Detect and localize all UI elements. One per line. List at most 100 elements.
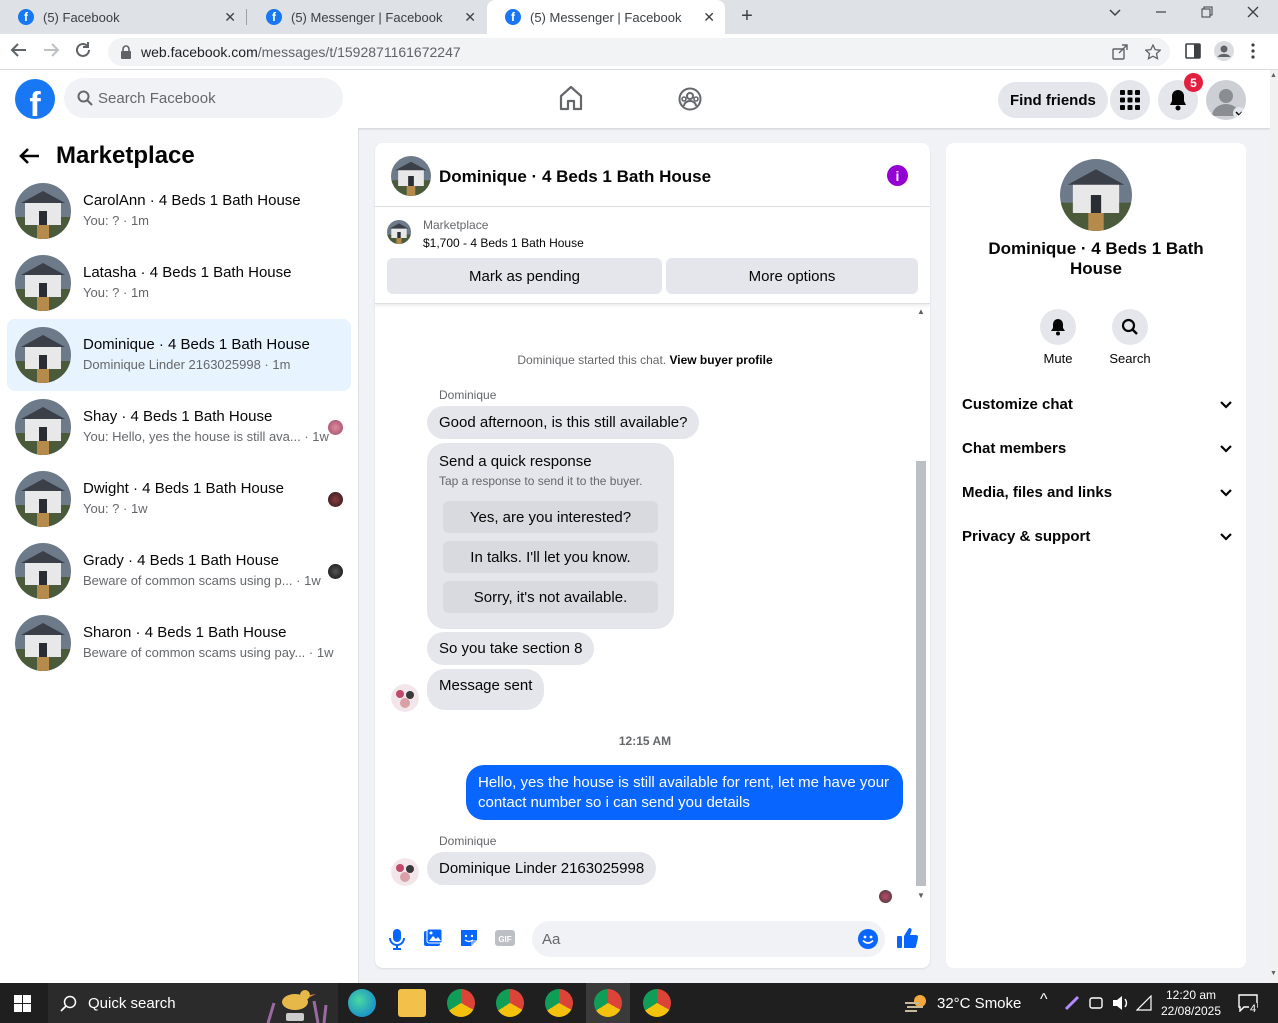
new-tab-button[interactable]: + — [736, 5, 758, 28]
gif-icon[interactable]: GIF — [495, 928, 515, 948]
back-icon[interactable] — [10, 41, 32, 59]
facebook-logo-icon[interactable]: f — [15, 79, 55, 119]
listing-banner: Marketplace $1,700 - 4 Beds 1 Bath House… — [375, 208, 930, 304]
view-buyer-profile-link[interactable]: View buyer profile — [669, 353, 772, 367]
forward-icon[interactable] — [42, 41, 64, 59]
customize-chat-section[interactable]: Customize chat — [962, 396, 1232, 413]
conversation-name: Shay · 4 Beds 1 Bath House — [83, 408, 273, 425]
facebook-search[interactable] — [64, 78, 343, 118]
scrollbar-thumb[interactable] — [916, 461, 926, 886]
search-input[interactable] — [98, 78, 328, 118]
sticker-icon[interactable] — [459, 928, 479, 948]
reload-icon[interactable] — [74, 41, 96, 59]
sender-name: Dominique — [439, 834, 497, 848]
house-thumbnail — [387, 220, 411, 244]
scroll-down-arrow-icon[interactable]: ▼ — [1270, 970, 1277, 977]
close-tab-icon[interactable]: ✕ — [224, 9, 236, 26]
conversation-snippet: You: ? · 1w — [83, 501, 148, 516]
info-icon[interactable]: i — [887, 165, 908, 186]
restore-button[interactable] — [1200, 5, 1220, 19]
file-explorer-icon[interactable] — [398, 989, 426, 1017]
seen-avatar — [328, 420, 343, 435]
chat-members-section[interactable]: Chat members — [962, 440, 1232, 457]
scroll-up-arrow-icon[interactable]: ▲ — [917, 307, 925, 316]
message-input-box[interactable] — [532, 921, 885, 957]
conversation-item[interactable]: Sharon · 4 Beds 1 Bath House Beware of c… — [7, 607, 351, 679]
chat-scrollbar[interactable]: ▲ ▼ — [915, 307, 927, 901]
message-bubble: Dominique Linder 2163025998 — [427, 852, 657, 885]
house-thumbnail — [15, 399, 71, 455]
menu-grid-icon[interactable] — [1110, 80, 1150, 120]
side-panel-icon[interactable] — [1185, 43, 1201, 59]
taskbar-search[interactable]: Quick search — [48, 983, 338, 1023]
sender-avatar[interactable] — [391, 858, 419, 886]
windows-start-icon[interactable] — [14, 995, 31, 1012]
photo-icon[interactable] — [423, 928, 443, 948]
microphone-icon[interactable] — [389, 928, 405, 950]
more-options-button[interactable]: More options — [666, 258, 918, 294]
close-tab-icon[interactable]: ✕ — [703, 9, 715, 26]
chrome-icon[interactable] — [594, 989, 622, 1017]
browser-tab[interactable]: f (5) Messenger | Facebook ✕ — [248, 0, 486, 34]
share-icon[interactable] — [1112, 44, 1128, 60]
privacy-support-section[interactable]: Privacy & support — [962, 528, 1232, 545]
meet-icon[interactable] — [1088, 995, 1104, 1011]
mute-button[interactable]: Mute — [1028, 309, 1088, 366]
conversation-name: Dominique · 4 Beds 1 Bath House — [83, 336, 310, 353]
chrome-icon[interactable] — [496, 989, 524, 1017]
close-tab-icon[interactable]: ✕ — [464, 9, 476, 26]
weather-text[interactable]: 32°C Smoke — [937, 995, 1021, 1012]
minimize-button[interactable] — [1154, 5, 1174, 19]
more-menu-icon[interactable] — [1250, 43, 1256, 59]
house-thumbnail — [391, 156, 431, 196]
sender-avatar[interactable] — [391, 684, 419, 712]
volume-icon[interactable] — [1112, 995, 1130, 1011]
chrome-icon[interactable] — [545, 989, 573, 1017]
home-icon[interactable] — [559, 85, 583, 111]
scroll-up-arrow-icon[interactable]: ▲ — [1270, 72, 1277, 79]
quick-response-subtitle: Tap a response to send it to the buyer. — [439, 474, 643, 488]
listing-title[interactable]: $1,700 - 4 Beds 1 Bath House — [423, 236, 584, 250]
chrome-icon[interactable] — [447, 989, 475, 1017]
chrome-icon[interactable] — [643, 989, 671, 1017]
scroll-down-arrow-icon[interactable]: ▼ — [917, 891, 925, 900]
network-icon[interactable] — [1136, 995, 1152, 1011]
address-bar[interactable]: web.facebook.com/messages/t/159287116167… — [108, 38, 1170, 66]
conversation-item[interactable]: Latasha · 4 Beds 1 Bath House You: ? · 1… — [7, 247, 351, 319]
emoji-icon[interactable] — [858, 929, 878, 949]
conversation-item[interactable]: CarolAnn · 4 Beds 1 Bath House You: ? · … — [7, 175, 351, 247]
quick-response-button[interactable]: Yes, are you interested? — [443, 501, 658, 533]
tab-search-chevron-icon[interactable] — [1108, 5, 1128, 19]
page-scrollbar[interactable]: ▲ ▼ — [1270, 70, 1278, 983]
pen-icon[interactable] — [1064, 995, 1080, 1011]
conversation-item[interactable]: Dwight · 4 Beds 1 Bath House You: ? · 1w — [7, 463, 351, 535]
conversation-snippet: You: ? · 1m — [83, 285, 150, 300]
search-in-chat-button[interactable]: Search — [1100, 309, 1160, 366]
conversation-item[interactable]: Shay · 4 Beds 1 Bath House You: Hello, y… — [7, 391, 351, 463]
conversation-item[interactable]: Grady · 4 Beds 1 Bath House Beware of co… — [7, 535, 351, 607]
bookmark-star-icon[interactable] — [1145, 44, 1161, 60]
quick-response-button[interactable]: Sorry, it's not available. — [443, 581, 658, 613]
media-files-links-section[interactable]: Media, files and links — [962, 484, 1232, 501]
browser-tab-active[interactable]: f (5) Messenger | Facebook ✕ — [487, 0, 725, 34]
conversation-item-selected[interactable]: Dominique · 4 Beds 1 Bath House Dominiqu… — [7, 319, 351, 391]
message-input[interactable] — [542, 921, 842, 957]
groups-icon[interactable] — [678, 87, 702, 111]
browser-tab[interactable]: f (5) Facebook ✕ — [0, 0, 246, 34]
conversation-name: Sharon · 4 Beds 1 Bath House — [83, 624, 287, 641]
back-arrow-icon[interactable] — [18, 147, 40, 165]
mark-as-pending-button[interactable]: Mark as pending — [387, 258, 662, 294]
clock[interactable]: 12:20 am 22/08/2025 — [1160, 987, 1222, 1019]
profile-icon[interactable] — [1214, 41, 1234, 61]
find-friends-button[interactable]: Find friends — [998, 82, 1108, 118]
quick-response-button[interactable]: In talks. I'll let you know. — [443, 541, 658, 573]
weather-icon[interactable] — [904, 993, 928, 1013]
facebook-favicon-icon: f — [18, 9, 34, 25]
conversation-snippet: Beware of common scams using p... · 1w — [83, 573, 321, 588]
like-thumbs-up-icon[interactable] — [897, 927, 919, 949]
chevron-up-icon[interactable]: ^ — [1040, 991, 1048, 1009]
chat-title[interactable]: Dominique · 4 Beds 1 Bath House — [439, 167, 711, 187]
close-window-button[interactable] — [1246, 5, 1266, 19]
edge-browser-icon[interactable] — [348, 989, 376, 1017]
account-avatar[interactable] — [1206, 80, 1246, 120]
